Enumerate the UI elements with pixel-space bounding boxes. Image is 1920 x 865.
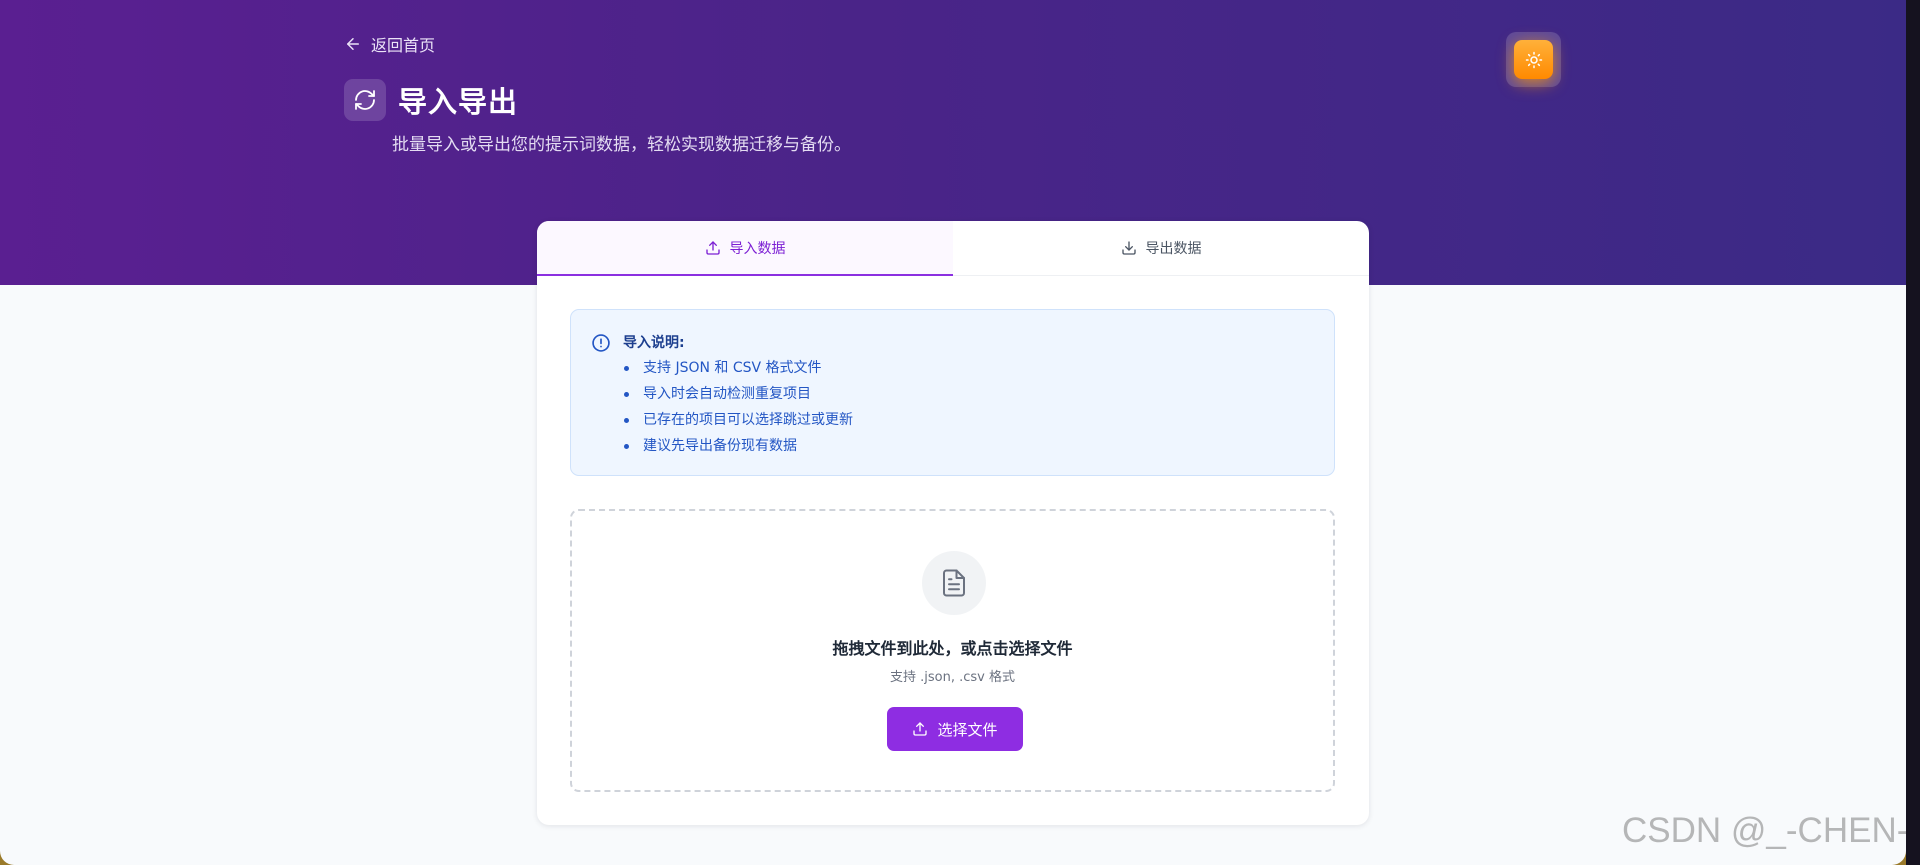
instructions-list: 支持 JSON 和 CSV 格式文件 导入时会自动检测重复项目 已存在的项目可以… [623,358,853,462]
file-text-icon [922,551,986,615]
refresh-icon [344,79,386,121]
alert-circle-icon [592,334,610,352]
tab-export-label: 导出数据 [1145,241,1202,257]
dropzone-formats: 支持 .json, .csv 格式 [890,670,1015,685]
import-export-card: 导入数据 导出数据 导入说明: 支持 JSON 和 CSV 格式文件 导入时会自… [537,221,1369,825]
list-item: 支持 JSON 和 CSV 格式文件 [623,358,853,384]
tab-import[interactable]: 导入数据 [537,221,953,276]
app-window: 返回首页 导入导出 批量导入或导出您的提示词数据，轻松实现数据迁移与备份。 导入… [0,0,1906,865]
dropzone-title: 拖拽文件到此处，或点击选择文件 [832,639,1073,658]
list-item: 建议先导出备份现有数据 [623,436,853,462]
theme-toggle-badge [1514,40,1553,79]
file-dropzone[interactable]: 拖拽文件到此处，或点击选择文件 支持 .json, .csv 格式 选择文件 [570,509,1335,792]
choose-file-button[interactable]: 选择文件 [887,707,1023,751]
back-home-label: 返回首页 [371,36,436,55]
choose-file-label: 选择文件 [937,720,998,739]
upload-icon [913,722,928,736]
tab-bar: 导入数据 导出数据 [537,221,1369,276]
sun-icon [1525,51,1542,68]
theme-toggle-button[interactable] [1506,32,1561,87]
scrollbar[interactable] [1906,0,1920,865]
download-icon [1121,241,1136,255]
page-subtitle: 批量导入或导出您的提示词数据，轻松实现数据迁移与备份。 [392,135,851,155]
import-instructions-box: 导入说明: 支持 JSON 和 CSV 格式文件 导入时会自动检测重复项目 已存… [570,309,1335,476]
tab-export[interactable]: 导出数据 [953,221,1369,275]
list-item: 导入时会自动检测重复项目 [623,384,853,410]
list-item: 已存在的项目可以选择跳过或更新 [623,410,853,436]
back-home-link[interactable]: 返回首页 [344,31,435,57]
tab-import-label: 导入数据 [729,241,786,257]
watermark: CSDN @_-CHEN-_ [1622,811,1906,850]
arrow-left-icon [347,38,359,50]
instructions-title: 导入说明: [623,335,685,351]
upload-icon [705,241,720,255]
page-title: 导入导出 [398,85,519,119]
title-row: 导入导出 [344,79,518,121]
